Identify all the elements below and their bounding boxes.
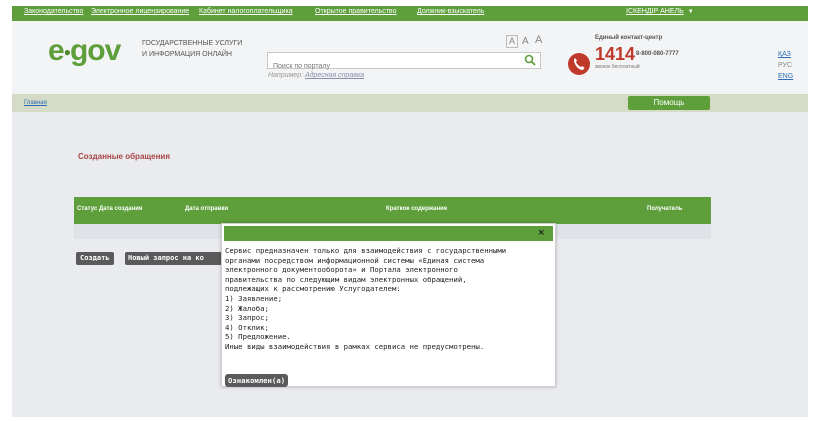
font-size-small[interactable]: A <box>506 35 519 48</box>
user-menu[interactable]: ІСКЕНДІР АНЕЛЬ ▼ <box>626 8 694 15</box>
modal-list-item: 2) Жалоба; <box>225 303 269 313</box>
search-example: Например: Адресная справка <box>268 72 364 79</box>
site-tagline: ГОСУДАРСТВЕННЫЕ УСЛУГИ И ИНФОРМАЦИЯ ОНЛА… <box>142 38 242 60</box>
modal-list-item: 1) Заявление; <box>225 293 283 303</box>
acknowledge-button[interactable]: Ознакомлен(а) <box>225 374 289 387</box>
modal-text-line: Иные виды взаимодействия в рамках сервис… <box>225 341 485 351</box>
lang-kaz[interactable]: ҚАЗ <box>778 51 791 58</box>
column-recipient[interactable]: Получатель <box>647 206 683 212</box>
modal-list-item: 4) Отклик; <box>225 322 269 332</box>
top-nav-bar: Законодательство Электронное лицензирова… <box>12 6 808 21</box>
portal-frame: Законодательство Электронное лицензирова… <box>12 6 808 417</box>
egov-logo[interactable]: e●gov <box>48 34 121 67</box>
logo-gov: gov <box>69 34 121 67</box>
modal-body: Сервис предназначен только для взаимодей… <box>225 246 551 352</box>
help-button[interactable]: Помощь <box>628 96 710 110</box>
modal-header: × <box>224 226 553 241</box>
modal-text-line: подлежащих к рассмотрению Услугодателем: <box>225 284 401 294</box>
modal-text-line: органами посредством информационной сист… <box>225 255 485 265</box>
close-icon[interactable]: × <box>537 228 545 239</box>
appeals-table-header: Статус Дата создания Дата отправки Кратк… <box>74 197 711 224</box>
lang-eng[interactable]: ENG <box>778 73 793 80</box>
topnav-link-legislation[interactable]: Законодательство <box>24 8 83 15</box>
tagline-line-2: И ИНФОРМАЦИЯ ОНЛАЙН <box>142 51 232 58</box>
contact-center-number: 1414 <box>595 44 636 64</box>
new-request-button[interactable]: Новый запрос на ко <box>125 252 222 265</box>
contact-center-alt-number: 8-800-080-7777 <box>636 51 679 57</box>
lang-rus[interactable]: РУС <box>778 62 792 69</box>
modal-list-item: 3) Запрос; <box>225 313 269 323</box>
topnav-link-open-government[interactable]: Открытое правительство <box>315 8 396 15</box>
example-link[interactable]: Адресная справка <box>305 72 364 79</box>
user-name: ІСКЕНДІР АНЕЛЬ <box>626 8 684 15</box>
column-status[interactable]: Статус <box>77 206 97 212</box>
create-button[interactable]: Создать <box>76 252 114 265</box>
logo-e: e <box>48 34 65 67</box>
modal-text-line: правительства по следующим видам электро… <box>225 274 467 284</box>
search-icon[interactable] <box>524 54 536 66</box>
font-size-medium[interactable]: A <box>522 36 529 47</box>
column-sent-date[interactable]: Дата отправки <box>185 206 228 212</box>
example-prefix: Например: <box>268 72 304 79</box>
topnav-link-licensing[interactable]: Электронное лицензирование <box>91 8 189 15</box>
column-summary[interactable]: Краткое содержание <box>386 206 447 212</box>
column-created-date[interactable]: Дата создания <box>99 206 142 212</box>
modal-text-line: Сервис предназначен только для взаимодей… <box>225 246 507 255</box>
tagline-line-1: ГОСУДАРСТВЕННЫЕ УСЛУГИ <box>142 40 243 47</box>
modal-list-item: 5) Предложение. <box>225 332 291 342</box>
contact-center-label: Единый контакт-центр <box>595 35 663 41</box>
info-modal: × Сервис предназначен только для взаимод… <box>221 223 556 387</box>
topnav-link-debtor[interactable]: Должник-взыскатель <box>417 8 484 15</box>
breadcrumb-home[interactable]: Главная <box>24 100 47 106</box>
chevron-down-icon: ▼ <box>687 9 694 15</box>
modal-text-line: электронного документооборота» и Портала… <box>225 265 458 275</box>
phone-icon <box>568 53 590 75</box>
contact-center-free-note: звонок бесплатный <box>595 64 640 70</box>
search-box <box>267 52 541 74</box>
font-size-large[interactable]: A <box>535 34 542 46</box>
page-title: Созданные обращения <box>78 152 171 161</box>
topnav-link-taxpayer[interactable]: Кабинет налогоплательщика <box>199 8 293 15</box>
